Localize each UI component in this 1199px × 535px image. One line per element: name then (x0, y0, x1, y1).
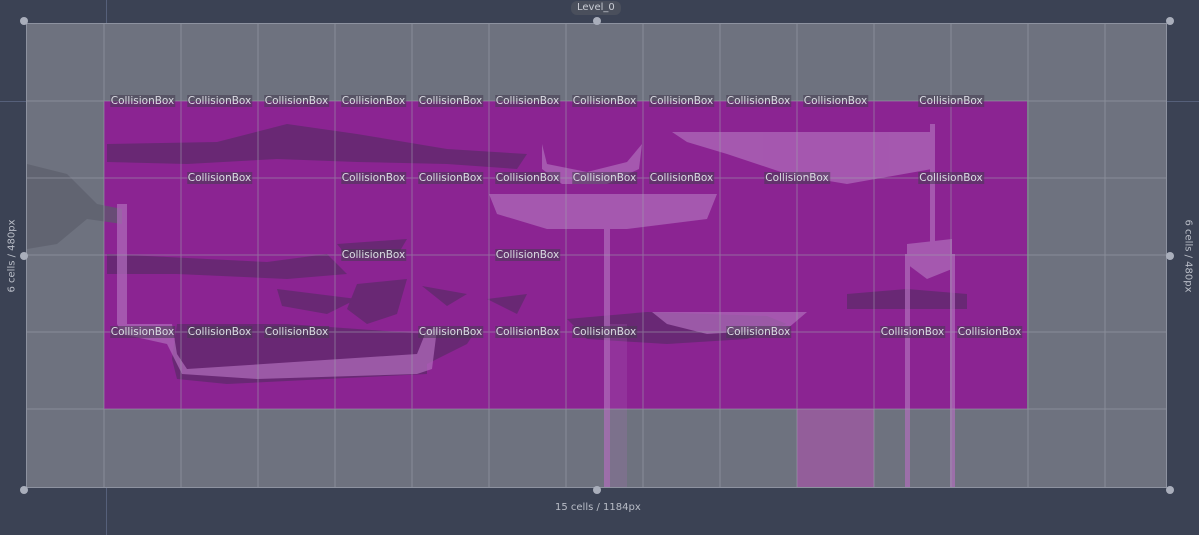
resize-handle-left[interactable] (20, 252, 28, 260)
collision-box-label[interactable]: CollisionBox (186, 172, 253, 184)
collision-box-label[interactable]: CollisionBox (879, 326, 946, 338)
collision-box-label[interactable]: CollisionBox (417, 95, 484, 107)
collision-box-label[interactable]: CollisionBox (571, 95, 638, 107)
collision-box-label[interactable]: CollisionBox (802, 95, 869, 107)
collision-box-label[interactable]: CollisionBox (263, 326, 330, 338)
collision-box-label[interactable]: CollisionBox (340, 249, 407, 261)
collision-box-label[interactable]: CollisionBox (494, 172, 561, 184)
collision-box-label[interactable]: CollisionBox (571, 172, 638, 184)
collision-box-label[interactable]: CollisionBox (340, 95, 407, 107)
collision-box-label[interactable]: CollisionBox (186, 326, 253, 338)
grid-lines (27, 24, 1166, 487)
collision-box-label[interactable]: CollisionBox (494, 95, 561, 107)
collision-box-label[interactable]: CollisionBox (263, 95, 330, 107)
collision-box-label[interactable]: CollisionBox (494, 249, 561, 261)
height-dimension-label-right: 6 cells / 480px (1182, 219, 1194, 293)
collision-box-label[interactable]: CollisionBox (764, 172, 830, 184)
collision-box-label[interactable]: CollisionBox (918, 95, 984, 107)
resize-handle-bottom[interactable] (593, 486, 601, 494)
collision-box-label[interactable]: CollisionBox (571, 326, 638, 338)
resize-handle-bottom-left[interactable] (20, 486, 28, 494)
collision-box-label[interactable]: CollisionBox (417, 172, 484, 184)
collision-box-label[interactable]: CollisionBox (494, 326, 561, 338)
level-canvas[interactable]: CollisionBox CollisionBox CollisionBox Coll… (27, 24, 1166, 487)
width-dimension-label: 15 cells / 1184px (555, 502, 641, 513)
resize-handle-top[interactable] (593, 17, 601, 25)
resize-handle-right[interactable] (1166, 252, 1174, 260)
collision-box-label[interactable]: CollisionBox (725, 326, 792, 338)
collision-box-label[interactable]: CollisionBox (918, 172, 984, 184)
collision-box-label[interactable]: CollisionBox (109, 95, 176, 107)
level-grid (27, 24, 1166, 487)
resize-handle-top-right[interactable] (1166, 17, 1174, 25)
collision-box-label[interactable]: CollisionBox (648, 172, 715, 184)
collision-box-label[interactable]: CollisionBox (725, 95, 792, 107)
collision-box-label[interactable]: CollisionBox (648, 95, 715, 107)
resize-handle-top-left[interactable] (20, 17, 28, 25)
collision-box-label[interactable]: CollisionBox (340, 172, 407, 184)
resize-handle-bottom-right[interactable] (1166, 486, 1174, 494)
collision-box-label[interactable]: CollisionBox (956, 326, 1023, 338)
collision-box-label[interactable]: CollisionBox (186, 95, 253, 107)
collision-region-lower (797, 409, 874, 487)
level-name-tab[interactable]: Level_0 (571, 1, 621, 15)
collision-box-label[interactable]: CollisionBox (417, 326, 484, 338)
height-dimension-label-left: 6 cells / 480px (6, 219, 18, 293)
collision-box-label[interactable]: CollisionBox (109, 326, 176, 338)
